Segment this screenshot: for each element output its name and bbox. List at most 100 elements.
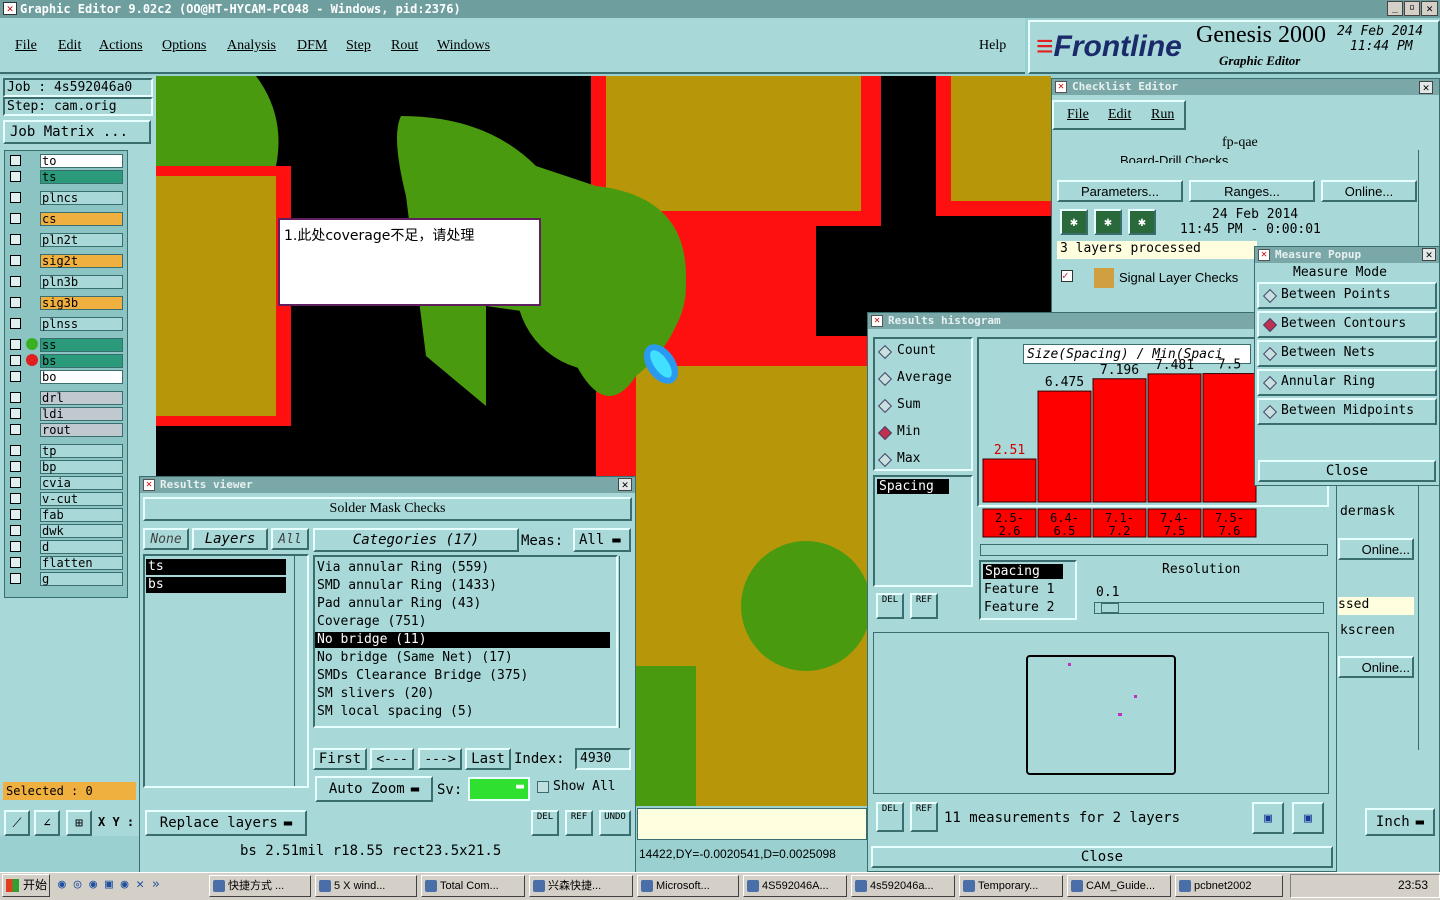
layer-checkbox[interactable]: [10, 297, 21, 308]
taskbar-item[interactable]: Total Com...: [421, 875, 525, 897]
resolution-thumb[interactable]: [1101, 603, 1119, 613]
overview-map[interactable]: [1026, 655, 1176, 775]
layer-row-bs[interactable]: bs: [40, 354, 123, 368]
histogram-hscroll[interactable]: [980, 544, 1328, 556]
taskbar-item[interactable]: 4S592046A...: [743, 875, 847, 897]
layer-row-ss[interactable]: ss: [40, 338, 123, 352]
taskbar-item[interactable]: 4s592046a...: [851, 875, 955, 897]
layer-checkbox[interactable]: [10, 255, 21, 266]
layer-row-plnss[interactable]: plnss: [40, 317, 123, 331]
layer-checkbox[interactable]: [10, 477, 21, 488]
menu-windows[interactable]: Windows: [437, 38, 490, 54]
index-field[interactable]: 4930: [575, 748, 631, 770]
run-icon-3[interactable]: ✱: [1128, 209, 1156, 235]
category-item[interactable]: Via annular Ring (559): [315, 560, 610, 576]
layer-checkbox[interactable]: [10, 355, 21, 366]
zoom-icon-2[interactable]: ▣: [1292, 802, 1324, 834]
hist-ref-button-2[interactable]: REF: [910, 802, 938, 832]
taskbar-item[interactable]: 兴森快捷...: [529, 875, 633, 897]
none-button[interactable]: None: [143, 528, 189, 550]
layer-row-bp[interactable]: bp: [40, 460, 123, 474]
layer-row-pln3b[interactable]: pln3b: [40, 275, 123, 289]
taskbar-item[interactable]: 5 X wind...: [315, 875, 417, 897]
layer-checkbox[interactable]: [10, 541, 21, 552]
category-item[interactable]: SMD annular Ring (1433): [315, 578, 610, 594]
layer-checkbox[interactable]: [10, 339, 21, 350]
layer-row-sig2t[interactable]: sig2t: [40, 254, 123, 268]
category-item[interactable]: SM local spacing (5): [315, 704, 610, 720]
category-item[interactable]: Pad annular Ring (43): [315, 596, 610, 612]
resolution-slider[interactable]: [1094, 602, 1324, 614]
menu-dfm[interactable]: DFM: [297, 38, 327, 54]
layer-checkbox[interactable]: [10, 557, 21, 568]
tool-grid[interactable]: ⊞: [66, 810, 92, 836]
run-icon-2[interactable]: ✱: [1094, 209, 1122, 235]
histogram-bar[interactable]: [982, 458, 1037, 503]
layer-list-scrollbar[interactable]: [294, 556, 307, 786]
category-scrollbar[interactable]: [619, 556, 632, 728]
taskbar-item[interactable]: CAM_Guide...: [1067, 875, 1171, 897]
menu-help[interactable]: Help: [979, 38, 1006, 54]
layer-row-to[interactable]: to: [40, 154, 123, 168]
units-select[interactable]: Inch ▬: [1365, 808, 1435, 836]
menu-actions[interactable]: Actions: [99, 38, 143, 54]
ref-button[interactable]: REF: [565, 810, 593, 836]
zoom-icon-1[interactable]: ▣: [1252, 802, 1284, 834]
histogram-bar[interactable]: [1037, 390, 1092, 503]
first-button[interactable]: First: [313, 748, 367, 770]
hist-ref-button[interactable]: REF: [910, 593, 938, 619]
start-button[interactable]: 开始: [2, 874, 50, 897]
ranges-button[interactable]: Ranges...: [1189, 180, 1315, 202]
checklist-menu-edit[interactable]: Edit: [1108, 107, 1131, 123]
layer-checkbox[interactable]: [10, 461, 21, 472]
layer-checkbox[interactable]: [10, 171, 21, 182]
layer-checkbox[interactable]: [10, 493, 21, 504]
layer-row-sig3b[interactable]: sig3b: [40, 296, 123, 310]
prev-button[interactable]: <---: [370, 748, 414, 770]
histogram-bar[interactable]: [1092, 378, 1147, 503]
menu-file[interactable]: File: [15, 38, 37, 54]
checklist-menu-run[interactable]: Run: [1151, 107, 1174, 123]
layer-row-cs[interactable]: cs: [40, 212, 123, 226]
layer-checkbox[interactable]: [10, 318, 21, 329]
layer-checkbox[interactable]: [10, 424, 21, 435]
signal-check-box[interactable]: ✓: [1061, 270, 1073, 282]
field-feature-1[interactable]: Feature 1: [984, 582, 1054, 597]
job-matrix-button[interactable]: Job Matrix ...: [3, 120, 151, 144]
layer-checkbox[interactable]: [10, 276, 21, 287]
results-viewer-close[interactable]: ✕: [618, 478, 632, 491]
field-spacing[interactable]: Spacing: [983, 564, 1063, 579]
undo-button[interactable]: UNDO: [599, 810, 631, 836]
layer-checkbox[interactable]: [10, 392, 21, 403]
replace-layers-select[interactable]: Replace layers ▬: [145, 810, 307, 836]
close-window-button[interactable]: ✕: [1421, 1, 1438, 16]
checklist-close[interactable]: ✕: [1419, 81, 1433, 94]
signal-layer-checks[interactable]: Signal Layer Checks: [1119, 270, 1238, 285]
taskbar-item[interactable]: Temporary...: [959, 875, 1063, 897]
layer-row-flatten[interactable]: flatten: [40, 556, 123, 570]
layer-row-cvia[interactable]: cvia: [40, 476, 123, 490]
del-button[interactable]: DEL: [531, 810, 559, 836]
category-item[interactable]: No bridge (Same Net) (17): [315, 650, 610, 666]
hist-del-button-2[interactable]: DEL: [876, 802, 904, 832]
category-item[interactable]: Coverage (751): [315, 614, 610, 630]
layer-row-pln2t[interactable]: pln2t: [40, 233, 123, 247]
layer-row-rout[interactable]: rout: [40, 423, 123, 437]
tool-angle[interactable]: ∠: [34, 810, 60, 836]
next-button[interactable]: --->: [418, 748, 462, 770]
category-item[interactable]: SMDs Clearance Bridge (375): [315, 668, 610, 684]
layer-row-bo[interactable]: bo: [40, 370, 123, 384]
run-icon-1[interactable]: ✱: [1060, 209, 1088, 235]
parameters-button[interactable]: Parameters...: [1057, 180, 1183, 202]
menu-analysis[interactable]: Analysis: [227, 38, 276, 54]
field-feature-2[interactable]: Feature 2: [984, 600, 1054, 615]
result-layer-bs[interactable]: bs: [146, 577, 286, 593]
tool-measure[interactable]: ⟋: [4, 810, 30, 836]
meas-select[interactable]: All ▬: [573, 528, 631, 552]
layers-button[interactable]: Layers: [192, 528, 268, 550]
layer-row-d[interactable]: d: [40, 540, 123, 554]
auto-zoom-select[interactable]: Auto Zoom ▬: [315, 776, 433, 802]
layer-row-tp[interactable]: tp: [40, 444, 123, 458]
layer-checkbox[interactable]: [10, 234, 21, 245]
layer-row-fab[interactable]: fab: [40, 508, 123, 522]
